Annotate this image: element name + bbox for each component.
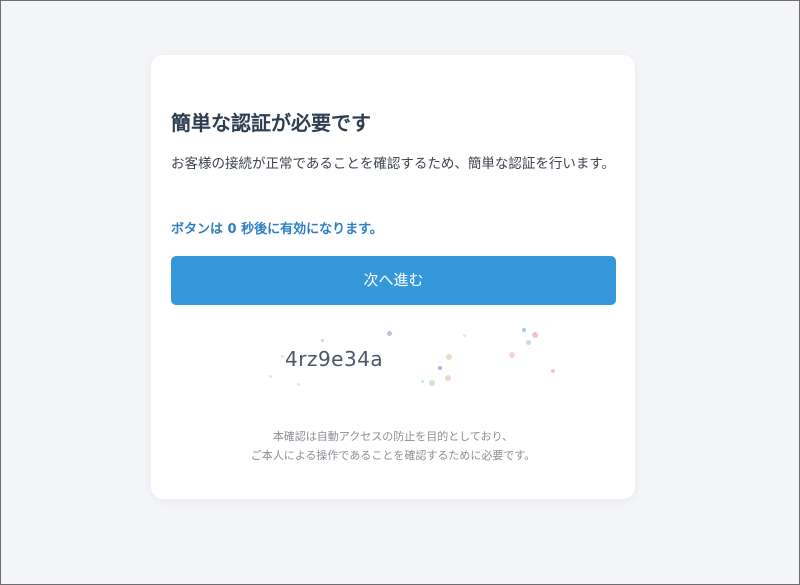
captcha-code: 4rz9e34a <box>285 347 384 371</box>
verification-card: 簡単な認証が必要です お客様の接続が正常であることを確認するため、簡単な認証を行… <box>151 55 635 499</box>
noise-dot <box>281 355 284 358</box>
footer-note-line: ご本人による操作であることを確認するために必要です。 <box>250 449 536 462</box>
noise-dot <box>463 334 466 337</box>
noise-dot <box>297 383 300 386</box>
footer-note-line: 本確認は自動アクセスの防止を目的としており、 <box>272 430 514 443</box>
noise-dot <box>438 366 442 370</box>
noise-dot <box>446 354 452 360</box>
footer-note: 本確認は自動アクセスの防止を目的としており、 ご本人による操作であることを確認す… <box>151 427 635 465</box>
page-title: 簡単な認証が必要です <box>171 111 371 135</box>
description-text: お客様の接続が正常であることを確認するため、簡単な認証を行います。 <box>171 156 616 172</box>
noise-dot <box>445 375 451 381</box>
noise-dot <box>509 352 515 358</box>
countdown-text: ボタンは 0 秒後に有効になります。 <box>171 222 383 237</box>
noise-dot <box>551 369 555 373</box>
noise-dot <box>387 331 392 336</box>
noise-dot <box>269 375 272 378</box>
noise-dot <box>429 380 435 386</box>
noise-dot <box>321 339 324 342</box>
noise-dot <box>522 328 526 332</box>
noise-dot <box>421 380 424 383</box>
next-button[interactable]: 次へ進む <box>171 256 616 305</box>
captcha-image: 4rz9e34a <box>261 323 555 391</box>
noise-dot <box>532 332 538 338</box>
noise-dot <box>526 340 531 345</box>
